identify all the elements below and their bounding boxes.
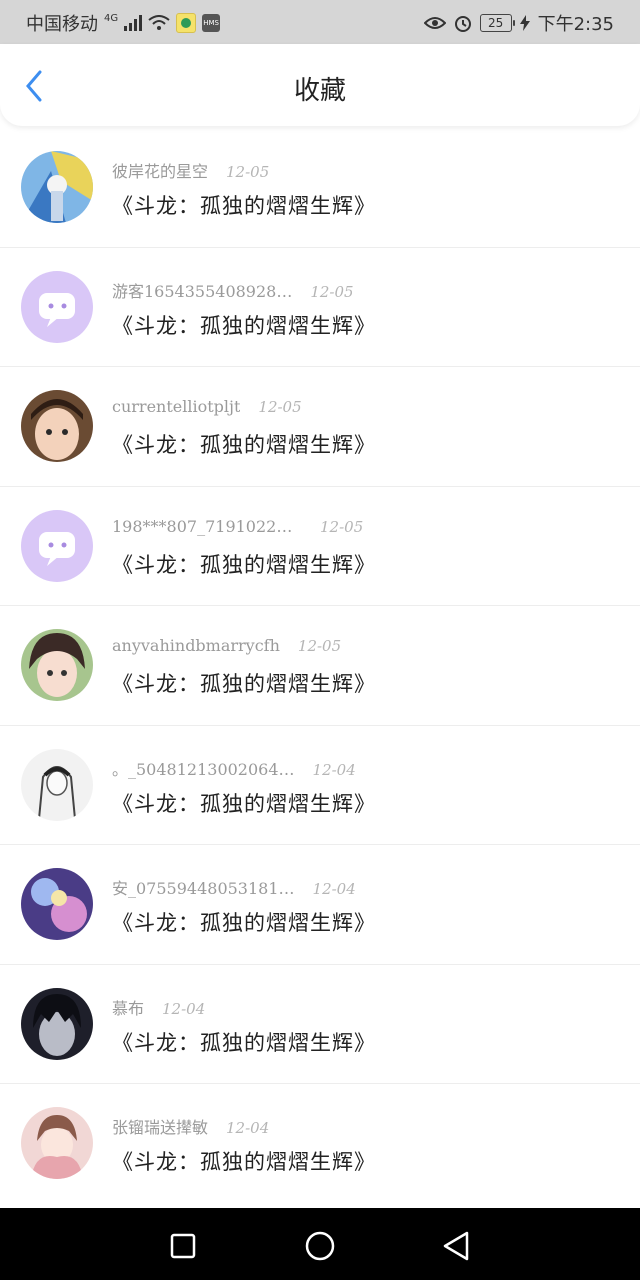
list-item[interactable]: currentelliotpljt 12-05 《斗龙：孤独的熠熠生辉》: [0, 367, 640, 487]
avatar[interactable]: [21, 987, 93, 1060]
system-navigation-bar: [0, 1208, 640, 1280]
user-name: 彼岸花的星空: [112, 162, 209, 181]
item-meta: 张镏瑞送撵敏 12-04: [112, 1114, 269, 1138]
hms-icon: HMS: [202, 14, 221, 32]
clock-label: 下午2:35: [537, 14, 614, 35]
item-title: 《斗龙：孤独的熠熠生辉》: [112, 911, 376, 935]
signal-icon: [124, 15, 143, 31]
item-date: 12-05: [226, 163, 270, 181]
item-title: 《斗龙：孤独的熠熠生辉》: [112, 1030, 376, 1055]
item-meta: anyvahindbmarrycfh 12-05: [112, 636, 341, 655]
list-item[interactable]: 游客1654355408928… 12-05 《斗龙：孤独的熠熠生辉》: [0, 248, 640, 367]
item-date: 12-05: [297, 637, 342, 655]
item-meta: 198***807_7191022662 12-05: [112, 517, 363, 536]
circle-icon: [305, 1231, 335, 1261]
list-item[interactable]: 张镏瑞送撵敏 12-04 《斗龙：孤独的熠熠生辉》: [0, 1084, 640, 1204]
square-icon: [170, 1233, 196, 1259]
avatar[interactable]: [21, 509, 93, 582]
list-item[interactable]: 彼岸花的星空 12-05 《斗龙：孤独的熠熠生辉》: [0, 128, 640, 248]
charging-icon: [519, 15, 530, 31]
avatar[interactable]: [21, 748, 93, 821]
user-name: 游客1654355408928…: [112, 281, 293, 301]
item-title: 《斗龙：孤独的熠熠生辉》: [112, 552, 376, 577]
system-back-button[interactable]: [438, 1228, 474, 1264]
item-meta: 彼岸花的星空 12-05: [112, 158, 269, 182]
item-date: 12-04: [226, 1119, 270, 1137]
user-name: currentelliotpljt: [112, 397, 241, 416]
app-notification-icon: [176, 13, 197, 33]
item-meta: currentelliotpljt 12-05: [112, 397, 302, 416]
item-title: 《斗龙：孤独的熠熠生辉》: [112, 194, 376, 218]
item-meta: 安_07559448053181… 12-04: [112, 875, 356, 899]
favorites-list: 彼岸花的星空 12-05 《斗龙：孤独的熠熠生辉》 游客165435540892…: [0, 128, 640, 1204]
user-name: 安_07559448053181…: [112, 879, 295, 898]
triangle-back-icon: [443, 1231, 469, 1261]
item-date: 12-04: [312, 760, 356, 779]
list-item[interactable]: anyvahindbmarrycfh 12-05 《斗龙：孤独的熠熠生辉》: [0, 606, 640, 726]
item-date: 12-05: [320, 517, 364, 536]
avatar[interactable]: [21, 868, 93, 940]
list-item[interactable]: 安_07559448053181… 12-04 《斗龙：孤独的熠熠生辉》: [0, 845, 640, 965]
user-name: 198***807_7191022662: [112, 516, 302, 536]
user-name: 慕布: [112, 998, 145, 1018]
eye-icon: [423, 17, 446, 29]
item-title: 《斗龙：孤独的熠熠生辉》: [112, 433, 376, 457]
home-button[interactable]: [302, 1228, 338, 1264]
item-date: 12-04: [312, 880, 356, 898]
carrier-label: 中国移动: [26, 14, 98, 35]
user-name: anyvahindbmarrycfh: [112, 636, 280, 655]
header-bar: 收藏: [0, 44, 640, 126]
user-name: 张镏瑞送撵敏: [112, 1118, 209, 1137]
status-bar: 中国移动 4G HMS 25 下午2:35: [0, 0, 640, 44]
avatar[interactable]: [21, 1107, 93, 1179]
item-date: 12-05: [258, 398, 302, 416]
item-title: 《斗龙：孤独的熠熠生辉》: [112, 313, 376, 338]
user-name: 。_50481213002064…: [112, 759, 295, 779]
wifi-icon: [148, 15, 170, 30]
avatar[interactable]: [21, 390, 93, 462]
item-meta: 。_50481213002064… 12-04: [112, 756, 356, 780]
alarm-icon: [454, 16, 471, 32]
item-title: 《斗龙：孤独的熠熠生辉》: [112, 1150, 376, 1174]
item-title: 《斗龙：孤独的熠熠生辉》: [112, 791, 376, 816]
item-meta: 游客1654355408928… 12-05: [112, 278, 354, 302]
avatar[interactable]: [21, 629, 93, 701]
avatar[interactable]: [21, 270, 93, 343]
list-item[interactable]: 198***807_7191022662 12-05 《斗龙：孤独的熠熠生辉》: [0, 487, 640, 606]
item-meta: 慕布 12-04: [112, 995, 205, 1019]
item-title: 《斗龙：孤独的熠熠生辉》: [112, 672, 376, 696]
status-left: 中国移动 4G HMS: [26, 10, 221, 36]
list-item[interactable]: 。_50481213002064… 12-04 《斗龙：孤独的熠熠生辉》: [0, 726, 640, 845]
battery-icon: 25: [479, 14, 515, 32]
item-date: 12-05: [310, 282, 354, 301]
item-date: 12-04: [162, 999, 206, 1018]
page-title: 收藏: [293, 76, 346, 106]
status-right: 25 下午2:35: [423, 10, 614, 36]
list-item[interactable]: 慕布 12-04 《斗龙：孤独的熠熠生辉》: [0, 965, 640, 1084]
network-label: 4G: [104, 12, 119, 24]
avatar[interactable]: [21, 151, 93, 223]
recent-apps-button[interactable]: [165, 1228, 201, 1264]
